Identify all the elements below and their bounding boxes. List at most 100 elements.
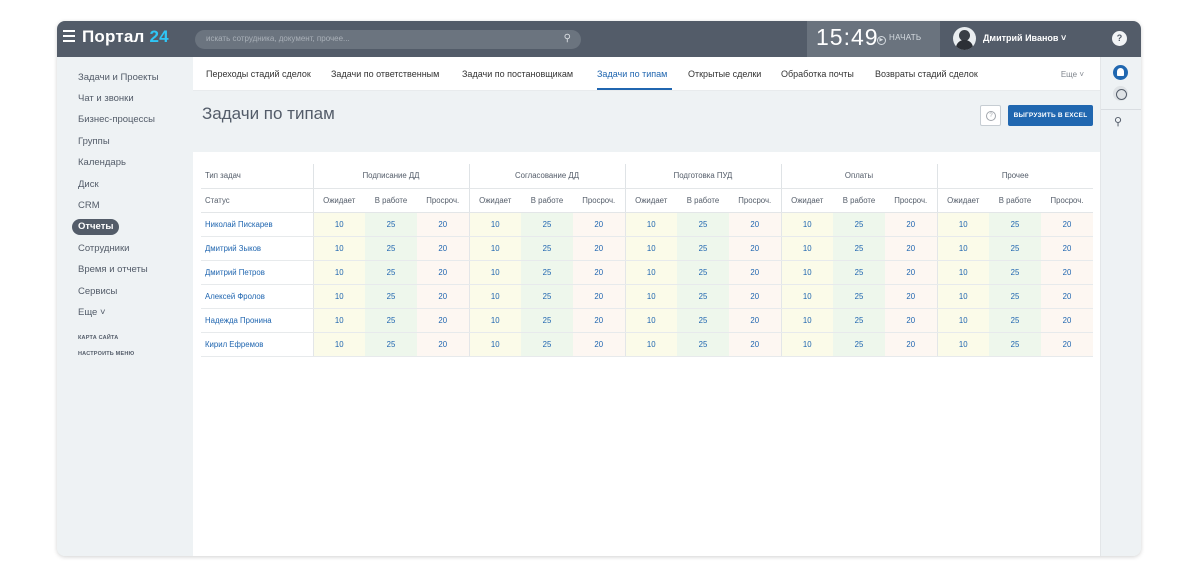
task-count-cell[interactable]: 25: [677, 212, 729, 237]
tab-tasks-by-responsible[interactable]: Задачи по ответственным: [331, 69, 439, 79]
task-count-cell[interactable]: 25: [365, 212, 417, 237]
task-count-cell[interactable]: 25: [833, 284, 885, 309]
task-count-cell[interactable]: 10: [468, 260, 521, 285]
task-count-cell[interactable]: 25: [521, 236, 573, 261]
sidebar-item-time[interactable]: Время и отчеты: [78, 264, 148, 275]
task-count-cell[interactable]: 20: [1041, 236, 1093, 261]
task-count-cell[interactable]: 25: [989, 332, 1041, 357]
sidebar-item-employees[interactable]: Сотрудники: [78, 243, 129, 254]
task-count-cell[interactable]: 20: [885, 236, 937, 261]
sidebar-item-bizproc[interactable]: Бизнес-процессы: [78, 114, 155, 125]
avatar[interactable]: [953, 27, 976, 50]
sidebar-item-disk[interactable]: Диск: [78, 179, 99, 190]
task-count-cell[interactable]: 10: [936, 236, 989, 261]
task-count-cell[interactable]: 20: [1041, 332, 1093, 357]
task-count-cell[interactable]: 25: [989, 260, 1041, 285]
tab-mail-processing[interactable]: Обработка почты: [781, 69, 854, 79]
chat-icon[interactable]: [1113, 86, 1128, 101]
task-count-cell[interactable]: 10: [312, 260, 365, 285]
task-count-cell[interactable]: 20: [1041, 284, 1093, 309]
task-count-cell[interactable]: 20: [417, 212, 469, 237]
task-count-cell[interactable]: 25: [365, 260, 417, 285]
task-count-cell[interactable]: 25: [677, 260, 729, 285]
task-count-cell[interactable]: 20: [885, 212, 937, 237]
tabs-more-button[interactable]: Еще ˅: [1061, 70, 1084, 79]
user-menu[interactable]: Дмитрий Иванов ˅: [983, 33, 1066, 43]
task-count-cell[interactable]: 10: [468, 284, 521, 309]
task-count-cell[interactable]: 10: [780, 284, 833, 309]
task-count-cell[interactable]: 20: [729, 332, 781, 357]
task-count-cell[interactable]: 20: [1041, 308, 1093, 333]
task-count-cell[interactable]: 10: [312, 212, 365, 237]
task-count-cell[interactable]: 25: [833, 212, 885, 237]
task-count-cell[interactable]: 25: [989, 308, 1041, 333]
task-count-cell[interactable]: 10: [624, 284, 677, 309]
task-count-cell[interactable]: 20: [729, 236, 781, 261]
task-count-cell[interactable]: 20: [885, 260, 937, 285]
task-count-cell[interactable]: 25: [989, 284, 1041, 309]
export-excel-button[interactable]: ВЫГРУЗИТЬ В EXCEL: [1008, 105, 1093, 126]
employee-name-link[interactable]: Дмитрий Петров: [201, 260, 313, 285]
task-count-cell[interactable]: 20: [885, 284, 937, 309]
help-button[interactable]: ?: [980, 105, 1001, 126]
sidebar-item-chat[interactable]: Чат и звонки: [78, 93, 134, 104]
task-count-cell[interactable]: 25: [833, 332, 885, 357]
task-count-cell[interactable]: 20: [1041, 212, 1093, 237]
task-count-cell[interactable]: 25: [521, 212, 573, 237]
task-count-cell[interactable]: 10: [312, 332, 365, 357]
help-icon[interactable]: ?: [1112, 31, 1127, 46]
task-count-cell[interactable]: 10: [780, 212, 833, 237]
tab-tasks-by-creators[interactable]: Задачи по постановщикам: [462, 69, 573, 79]
tab-open-deals[interactable]: Открытые сделки: [688, 69, 761, 79]
task-count-cell[interactable]: 20: [729, 284, 781, 309]
tab-deal-stage-transitions[interactable]: Переходы стадий сделок: [206, 69, 311, 79]
task-count-cell[interactable]: 10: [468, 212, 521, 237]
task-count-cell[interactable]: 20: [573, 308, 625, 333]
task-count-cell[interactable]: 25: [365, 332, 417, 357]
task-count-cell[interactable]: 25: [521, 260, 573, 285]
task-count-cell[interactable]: 10: [312, 236, 365, 261]
employee-name-link[interactable]: Надежда Пронина: [201, 308, 313, 333]
start-workday-button[interactable]: ▶ НАЧАТЬ: [877, 33, 921, 45]
task-count-cell[interactable]: 10: [624, 212, 677, 237]
sidebar-item-tasks[interactable]: Задачи и Проекты: [78, 72, 159, 83]
task-count-cell[interactable]: 25: [833, 236, 885, 261]
task-count-cell[interactable]: 10: [624, 308, 677, 333]
task-count-cell[interactable]: 25: [833, 260, 885, 285]
search-input[interactable]: искать сотрудника, документ, прочее... ⚲: [195, 30, 581, 49]
sidebar-item-crm[interactable]: CRM: [78, 200, 100, 211]
task-count-cell[interactable]: 25: [677, 308, 729, 333]
task-count-cell[interactable]: 20: [885, 308, 937, 333]
task-count-cell[interactable]: 20: [729, 308, 781, 333]
task-count-cell[interactable]: 20: [573, 236, 625, 261]
employee-name-link[interactable]: Дмитрий Зыков: [201, 236, 313, 261]
task-count-cell[interactable]: 20: [1041, 260, 1093, 285]
task-count-cell[interactable]: 10: [780, 260, 833, 285]
employee-name-link[interactable]: Алексей Фролов: [201, 284, 313, 309]
task-count-cell[interactable]: 20: [417, 308, 469, 333]
search-icon[interactable]: ⚲: [564, 33, 571, 44]
task-count-cell[interactable]: 25: [365, 308, 417, 333]
sidebar-item-calendar[interactable]: Календарь: [78, 157, 126, 168]
task-count-cell[interactable]: 10: [624, 236, 677, 261]
task-count-cell[interactable]: 20: [573, 212, 625, 237]
task-count-cell[interactable]: 20: [729, 260, 781, 285]
task-count-cell[interactable]: 25: [989, 236, 1041, 261]
configure-menu-link[interactable]: НАСТРОИТЬ МЕНЮ: [78, 351, 134, 357]
clock-widget[interactable]: 15:49 ▶ НАЧАТЬ: [807, 21, 940, 57]
task-count-cell[interactable]: 25: [521, 284, 573, 309]
task-count-cell[interactable]: 20: [573, 332, 625, 357]
task-count-cell[interactable]: 20: [417, 332, 469, 357]
task-count-cell[interactable]: 10: [312, 284, 365, 309]
task-count-cell[interactable]: 10: [936, 332, 989, 357]
portal-logo[interactable]: Портал 24: [82, 27, 169, 47]
task-count-cell[interactable]: 20: [417, 284, 469, 309]
task-count-cell[interactable]: 10: [936, 260, 989, 285]
employee-name-link[interactable]: Николай Пискарев: [201, 212, 313, 237]
task-count-cell[interactable]: 25: [677, 284, 729, 309]
tab-deal-stage-returns[interactable]: Возвраты стадий сделок: [875, 69, 978, 79]
search-icon[interactable]: ⚲: [1114, 115, 1122, 128]
tab-tasks-by-type[interactable]: Задачи по типам: [597, 69, 667, 79]
task-count-cell[interactable]: 20: [573, 284, 625, 309]
site-map-link[interactable]: КАРТА САЙТА: [78, 335, 118, 341]
